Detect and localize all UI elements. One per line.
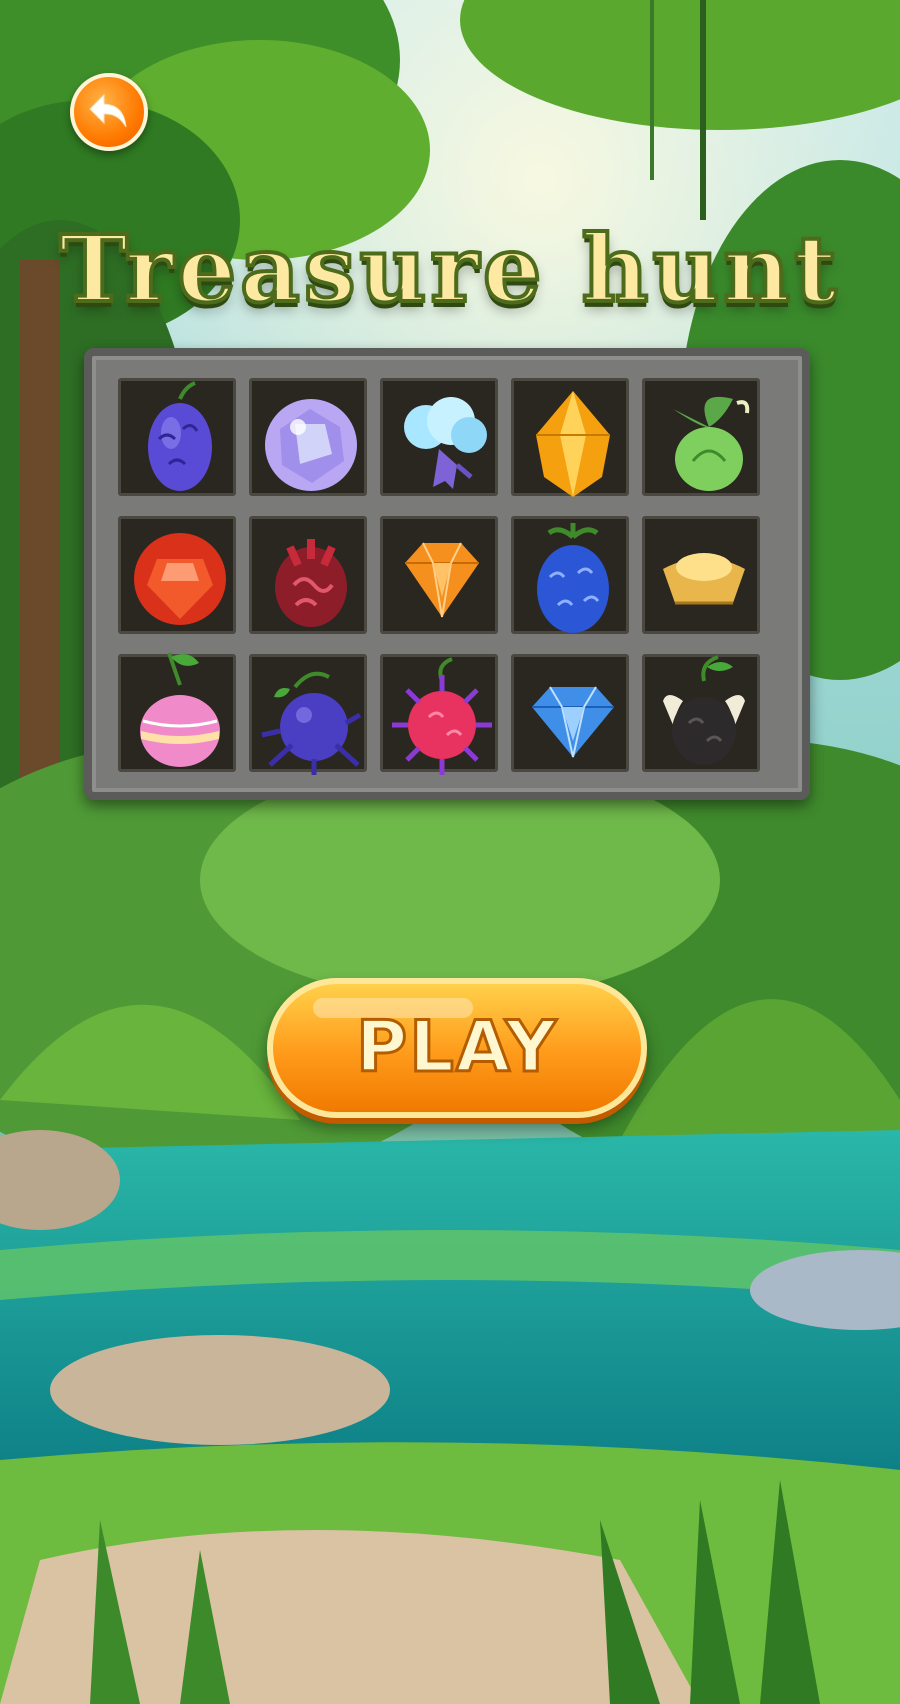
grid-cell[interactable] xyxy=(511,654,629,772)
purple-swirl-fruit-icon xyxy=(148,381,212,491)
red-ruby-icon xyxy=(134,533,226,625)
grid-cell[interactable] xyxy=(511,378,629,497)
back-arrow-icon xyxy=(89,93,127,128)
pink-striped-fruit-icon xyxy=(140,652,220,767)
grid-cell[interactable] xyxy=(380,654,498,775)
grid-cell[interactable] xyxy=(249,378,367,496)
green-leaf-fruit-icon xyxy=(673,396,750,491)
cloud-fruit-icon xyxy=(404,397,487,489)
grid-cell[interactable] xyxy=(642,378,760,496)
blue-berry-fruit-icon xyxy=(537,523,609,633)
game-title: Treasure hunt xyxy=(57,213,841,325)
flame-fruit-icon xyxy=(275,539,347,627)
grid-cell[interactable] xyxy=(642,654,760,772)
grid-cell[interactable] xyxy=(118,652,236,772)
grid-cell[interactable] xyxy=(380,378,498,496)
grid-cell[interactable] xyxy=(118,378,236,496)
amber-gem-icon xyxy=(536,391,610,497)
treasure-grid xyxy=(84,348,810,800)
grid-cell[interactable] xyxy=(642,516,760,634)
blue-diamond-icon xyxy=(532,686,614,758)
gold-ingot-icon xyxy=(663,553,745,605)
grid-cell[interactable] xyxy=(380,516,498,634)
horned-black-fruit-icon xyxy=(663,655,745,765)
back-button[interactable] xyxy=(70,73,148,151)
prism-crystal-orb-icon xyxy=(265,399,357,491)
grid-cell[interactable] xyxy=(511,516,629,634)
play-button-label: PLAY xyxy=(354,1005,559,1090)
orange-diamond-icon xyxy=(405,542,479,618)
spiked-purple-fruit-icon xyxy=(261,671,362,775)
grid-cell[interactable] xyxy=(249,516,367,634)
grid-cell[interactable] xyxy=(249,654,367,775)
grid-cell[interactable] xyxy=(118,516,236,634)
play-button[interactable]: PLAY xyxy=(267,978,647,1118)
spiked-pink-fruit-icon xyxy=(392,657,492,775)
